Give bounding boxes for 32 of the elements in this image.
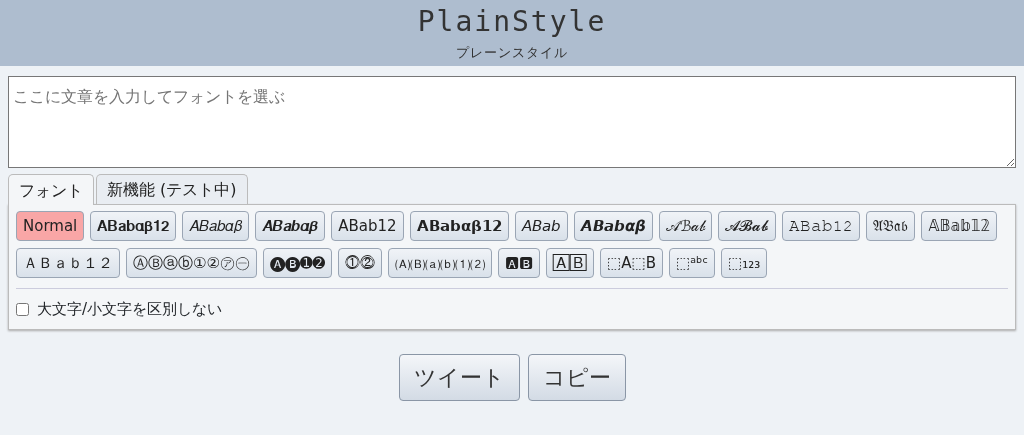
font-style-button[interactable]: 𝗔𝗕𝗮𝗯𝝰𝝱𝟭𝟮 [409,211,509,241]
font-style-button[interactable]: 𝙰𝙱𝚊𝚋𝟷𝟸 [782,211,861,241]
font-style-button[interactable]: ⬚₁₂₃ [721,248,768,278]
font-style-button[interactable]: ⬚A⬚B [600,248,663,278]
font-style-button[interactable]: 𝔄𝔅𝔞𝔟 [866,211,916,241]
tab[interactable]: 新機能 (テスト中) [96,174,248,204]
font-style-button[interactable]: ⓵⓶ [338,248,383,278]
font-style-button[interactable]: 𝘈𝘉𝘢𝘣 [514,211,568,241]
font-style-button[interactable]: 🅐🅑➊➋ [262,248,333,278]
font-style-button[interactable]: 𝒜ℬ𝒶𝒷 [658,211,713,241]
site-title: PlainStyle [417,4,607,40]
tweet-button[interactable]: ツイート [398,353,520,401]
site-subtitle: プレーンスタイル [456,45,568,61]
font-style-button[interactable]: 𝓐𝓑𝓪𝓫 [718,211,777,241]
font-style-button[interactable]: 🄰🄱 [546,248,595,278]
copy-button[interactable]: コピー [527,353,626,401]
text-input-field[interactable]: ここに文章を入力してフォントを選ぶ [8,76,1016,168]
checkbox-label: 大文字/小文字を区別しない [37,299,223,320]
font-style-button[interactable]: 𝐀𝐁𝐚𝐛𝛂𝛃𝟏𝟐 [90,211,177,241]
font-style-button[interactable]: 𝖠𝖡𝖺𝖻𝟣𝟤 [331,211,404,241]
font-style-button[interactable]: 𝘼𝘽𝙖𝙗𝞪𝞫 [573,211,653,241]
checkbox[interactable] [16,302,29,316]
font-style-button[interactable]: ＡＢａｂ１２ [16,248,120,278]
tab[interactable]: フォント [8,174,94,205]
font-style-button[interactable]: 🅰🅱 [498,248,541,278]
font-style-button[interactable]: 𝑨𝑩𝒂𝒃𝜶𝜷 [255,211,326,241]
font-style-button[interactable]: 𝐴𝐵𝑎𝑏𝛼𝛽 [182,211,250,241]
font-style-button[interactable]: 🄐🄑⒜⒝⑴⑵ [388,248,493,278]
font-style-button[interactable]: ⒶⒷⓐⓑ①②㋐㊀ [126,248,257,278]
font-style-button[interactable]: 𝔸𝔹𝕒𝕓𝟙𝟚 [921,211,998,241]
font-style-button[interactable]: ⬚ᵃᵇᶜ [668,248,715,278]
font-style-button[interactable]: Normal [16,211,85,241]
